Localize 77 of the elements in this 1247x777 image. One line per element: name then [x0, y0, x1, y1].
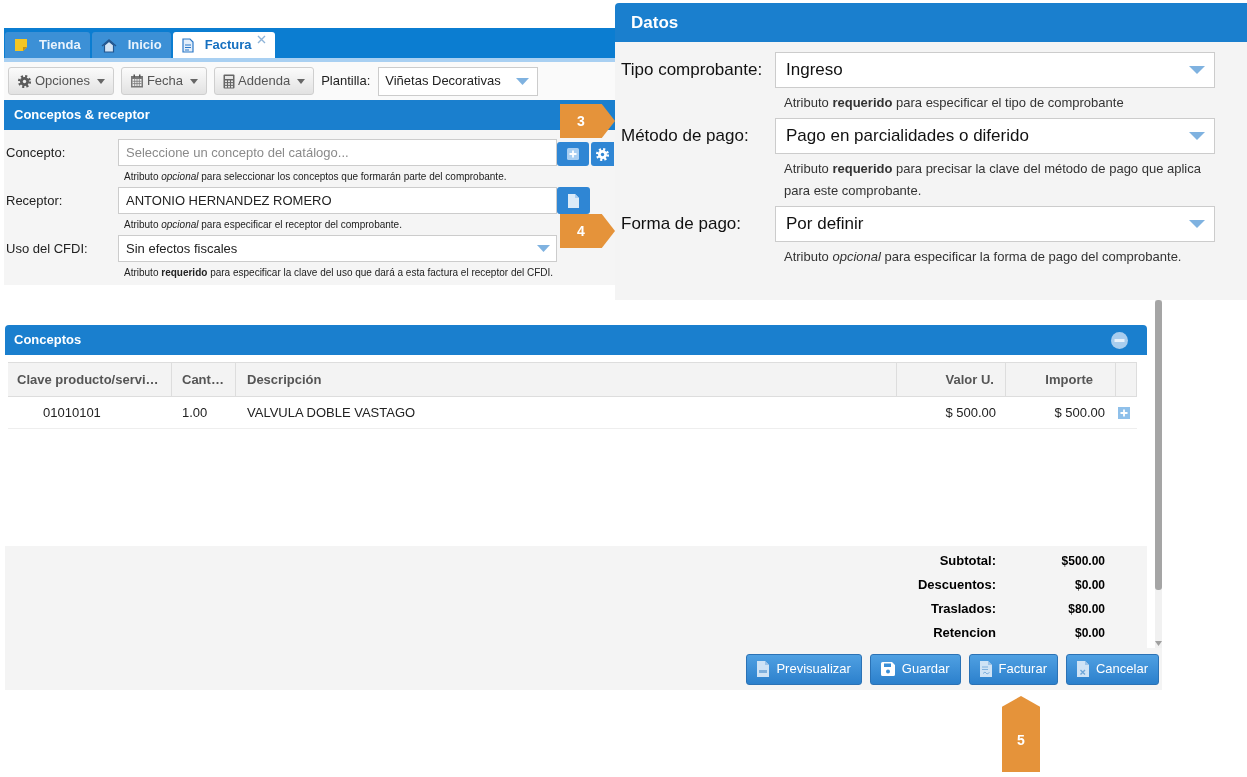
- caret-icon: [537, 245, 550, 252]
- caret-icon: [297, 78, 306, 84]
- action-button[interactable]: Previsualizar: [746, 653, 862, 685]
- search-field[interactable]: Seleccione un concepto del catálogo...: [118, 139, 557, 166]
- field-label: Concepto:: [5, 143, 67, 162]
- column-header[interactable]: Descripción: [236, 363, 897, 396]
- scrollbar-thumb[interactable]: [1155, 300, 1162, 590]
- column-header[interactable]: Valor U.: [897, 363, 1006, 396]
- tab[interactable]: Factura: [172, 32, 275, 58]
- action-button[interactable]: Cancelar: [1065, 653, 1159, 685]
- close-icon[interactable]: [256, 35, 266, 44]
- template-label: Plantilla:: [321, 72, 371, 91]
- column-header[interactable]: Cant…: [172, 363, 236, 396]
- caret-icon: [1189, 66, 1205, 74]
- minus-circle-icon[interactable]: [1111, 331, 1128, 349]
- document-icon: [568, 193, 579, 208]
- action-button[interactable]: Guardar: [869, 653, 961, 685]
- calendar-icon: [129, 74, 144, 88]
- table-cell-text: $ 500.00: [1053, 403, 1106, 422]
- vertical-scrollbar[interactable]: [1155, 300, 1162, 648]
- sticky-note-icon: [14, 38, 28, 52]
- field-label: Método de pago:: [620, 125, 750, 148]
- field-label: Tipo comprobante:: [620, 59, 764, 82]
- step-callout: 5: [1002, 696, 1040, 772]
- gear-icon: [595, 146, 610, 162]
- field-hint: Atributo opcional para especificar el receptor del comprobante.: [124, 218, 402, 232]
- dropdown[interactable]: Pago en parcialidades o diferido: [775, 118, 1215, 154]
- dropdown-button[interactable]: Fecha: [120, 67, 208, 95]
- table-cell-text: 01010101: [42, 403, 102, 422]
- text-field[interactable]: ANTONIO HERNANDEZ ROMERO: [118, 187, 557, 214]
- calculator-icon: [223, 73, 236, 89]
- document-icon: [979, 661, 992, 677]
- total-value: $500.00: [1060, 553, 1105, 570]
- gear-icon: [17, 73, 32, 89]
- plus-icon[interactable]: [1118, 406, 1130, 419]
- plus-icon: [567, 148, 579, 160]
- document-icon: [181, 37, 194, 53]
- total-label: Subtotal:: [939, 552, 996, 571]
- total-label: Descuentos:: [917, 576, 996, 595]
- caret-icon: [190, 78, 199, 84]
- scroll-down-arrow-icon[interactable]: [1155, 641, 1162, 646]
- total-value: $0.00: [1073, 625, 1105, 642]
- field-hint: Atributo opcional para seleccionar los conceptos que formarán parte del comprobante.: [124, 170, 507, 184]
- field-label: Uso del CFDI:: [5, 239, 89, 258]
- template-dropdown[interactable]: Viñetas Decorativas: [378, 66, 539, 96]
- total-label: Traslados:: [930, 600, 996, 619]
- field-hint: Atributo requerido para precisar la clave del método de pago que aplica para este comprobante.: [784, 160, 1202, 200]
- field-label: Forma de pago:: [620, 213, 742, 236]
- house-icon: [100, 37, 117, 53]
- dropdown[interactable]: Ingreso: [775, 52, 1215, 88]
- total-label: Retencion: [933, 624, 996, 643]
- add-button[interactable]: [557, 142, 589, 166]
- panel-header: Datos: [615, 3, 1247, 42]
- dropdown[interactable]: Por definir: [775, 206, 1215, 242]
- column-header[interactable]: Clave producto/servi…: [8, 363, 172, 396]
- field-hint: Atributo requerido para especificar la clave del uso que dará a esta factura el receptor del CFDI.: [124, 266, 554, 280]
- caret-icon: [1189, 132, 1205, 140]
- file-x-icon: [1076, 661, 1089, 677]
- field-hint: Atributo opcional para especificar la forma de pago del comprobante.: [784, 248, 1183, 266]
- table-cell-text: $ 500.00: [944, 403, 997, 422]
- total-value: $80.00: [1067, 601, 1105, 618]
- dropdown-button[interactable]: Opciones: [8, 67, 114, 95]
- field-hint: Atributo requerido para especificar el tipo de comprobante: [784, 94, 1125, 112]
- file-icon: [757, 661, 770, 677]
- caret-icon: [96, 78, 105, 84]
- dropdown-button[interactable]: Addenda: [214, 67, 315, 95]
- total-value: $0.00: [1073, 577, 1105, 594]
- caret-icon: [1189, 220, 1205, 228]
- table-cell-text: VALVULA DOBLE VASTAGO: [246, 403, 417, 422]
- document-button[interactable]: [557, 187, 590, 214]
- panel-title: Conceptos: [14, 331, 82, 350]
- dropdown[interactable]: Sin efectos fiscales: [118, 235, 557, 262]
- field-label: Receptor:: [5, 191, 64, 210]
- settings-button[interactable]: [591, 142, 614, 166]
- caret-icon: [516, 77, 530, 85]
- column-header[interactable]: Importe: [1006, 363, 1116, 396]
- table-cell-text: 1.00: [181, 403, 209, 422]
